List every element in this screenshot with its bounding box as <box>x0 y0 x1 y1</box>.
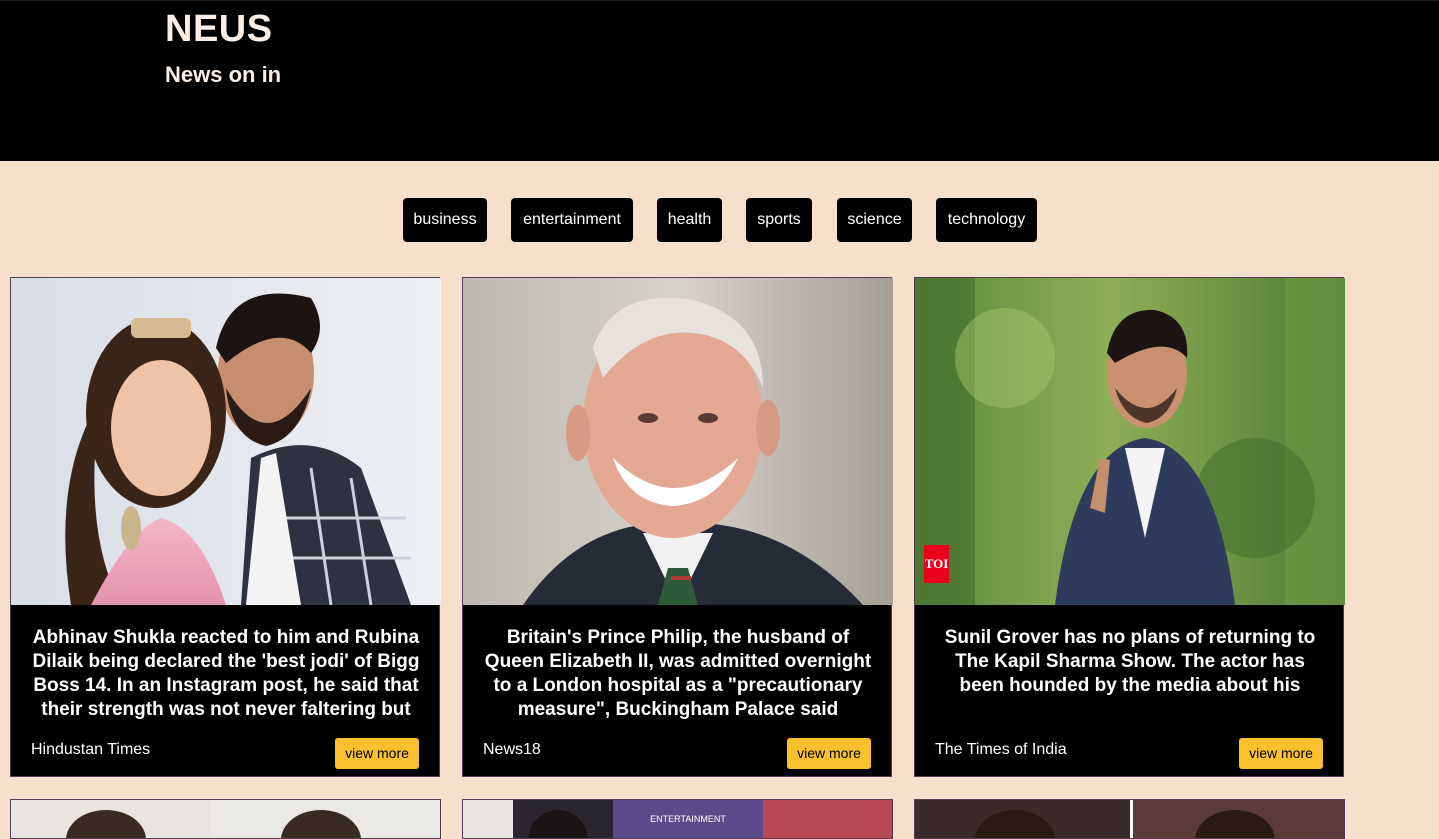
news-card-headline: Britain's Prince Philip, the husband of … <box>484 627 872 720</box>
category-technology-button[interactable]: technology <box>936 198 1037 242</box>
site-logo[interactable]: NEUS <box>165 8 273 51</box>
elderly-man-photo <box>463 278 893 605</box>
view-more-button[interactable]: view more <box>787 738 871 769</box>
news-card <box>914 799 1345 839</box>
site-tagline: News on in <box>165 62 282 87</box>
news-card-image[interactable] <box>915 800 1345 839</box>
news-card-image[interactable] <box>463 278 893 605</box>
actor-photo <box>915 278 1345 605</box>
card2-sign-text: ENTERTAINMENT <box>650 814 726 824</box>
category-entertainment-button[interactable]: entertainment <box>511 198 633 242</box>
category-sports-button[interactable]: sports <box>746 198 812 242</box>
news-card-image[interactable]: ENTERTAINMENT <box>463 800 893 839</box>
news-card-headline: Abhinav Shukla reacted to him and Rubina… <box>32 627 420 720</box>
news-card-source: The Times of India <box>935 741 1067 758</box>
category-business-button[interactable]: business <box>403 198 487 242</box>
site-header: NEUS News on in <box>0 0 1439 161</box>
view-more-button[interactable]: view more <box>335 738 419 769</box>
news-card: Abhinav Shukla reacted to him and Rubina… <box>10 277 441 777</box>
category-science-button[interactable]: science <box>837 198 912 242</box>
news-card-image[interactable] <box>11 800 441 839</box>
category-nav: business entertainment health sports sci… <box>0 198 1439 242</box>
couple-photo <box>11 278 441 605</box>
news-card-source: Hindustan Times <box>31 741 151 758</box>
news-card <box>10 799 441 839</box>
news-card-headline: Sunil Grover has no plans of returning t… <box>944 627 1316 696</box>
news-card-image[interactable] <box>11 278 441 605</box>
category-health-button[interactable]: health <box>657 198 722 242</box>
news-card: Britain's Prince Philip, the husband of … <box>462 277 893 777</box>
news-card-image[interactable]: TOI <box>915 278 1345 605</box>
news-card: ENTERTAINMENT <box>462 799 893 839</box>
toi-watermark: TOI <box>924 545 949 583</box>
view-more-button[interactable]: view more <box>1239 738 1323 769</box>
news-card: TOI Sunil Grover has no plans of returni… <box>914 277 1345 777</box>
news-card-source: News18 <box>483 741 541 758</box>
header-top-divider <box>0 0 1439 1</box>
